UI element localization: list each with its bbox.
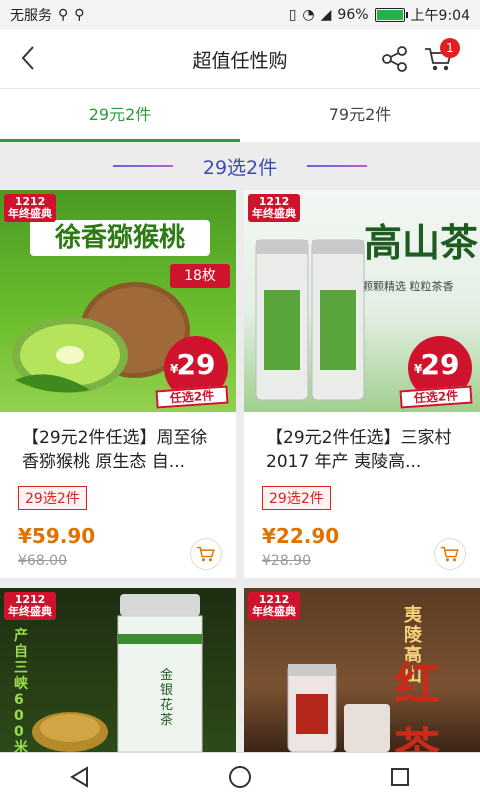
product-image: 徐香猕猴桃 18枚 1212 年终盛典 ¥29 任选2件	[0, 190, 236, 412]
product-card[interactable]: 徐香猕猴桃 18枚 1212 年终盛典 ¥29 任选2件 【29元2件任选】周至徐…	[0, 190, 236, 578]
add-to-cart-button[interactable]	[434, 538, 466, 570]
image-title: 金银花茶	[160, 668, 174, 728]
section-header: 29选2件	[0, 142, 480, 190]
product-name[interactable]: 【29元2件任选】周至徐香猕猴桃 原生态 自...	[0, 412, 236, 476]
event-tag: 1212 年终盛典	[4, 194, 56, 222]
badge-currency: ¥	[414, 362, 423, 376]
cart-button[interactable]: 1	[418, 38, 460, 78]
image-title: 徐香猕猴桃	[30, 220, 210, 256]
price-badge: ¥29 任选2件	[398, 336, 473, 409]
battery-icon	[374, 8, 408, 22]
triangle-back-icon	[70, 765, 88, 788]
tab-29-yuan[interactable]: 29元2件	[0, 89, 240, 142]
event-tag: 1212 年终盛典	[4, 592, 56, 620]
tab-bar: 29元2件 79元2件	[0, 88, 480, 142]
tab-79-yuan[interactable]: 79元2件	[240, 89, 480, 142]
original-price: ¥28.90	[262, 553, 311, 569]
usb-icon-2: ⚲	[74, 7, 85, 23]
promo-chip: 29选2件	[18, 486, 87, 510]
image-title: 红茶	[394, 657, 440, 752]
cart-icon	[441, 546, 459, 562]
carrier-label: 无服务	[10, 8, 52, 24]
promo-chip: 29选2件	[262, 486, 331, 510]
cart-count-badge: 1	[440, 38, 460, 58]
vibrate-icon: ▯	[288, 7, 297, 23]
original-price: ¥68.00	[18, 553, 67, 569]
image-title: 高山茶	[364, 220, 479, 265]
nav-home-button[interactable]	[210, 757, 270, 797]
wifi-icon: ◔	[302, 7, 315, 23]
product-price: ¥22.90	[262, 524, 340, 548]
divider-line	[307, 165, 368, 167]
badge-ribbon: 任选2件	[155, 385, 229, 409]
event-tag: 1212 年终盛典	[248, 592, 300, 620]
image-subtitle: 颗颗精选 粒粒茶香	[362, 280, 454, 293]
product-name[interactable]: 【29元2件任选】三家村 2017 年产 夷陵高...	[244, 412, 480, 476]
product-image: 夷陵高山 红茶 1212 年终盛典	[244, 588, 480, 752]
badge-price: 29	[176, 348, 216, 381]
product-image: 产自三峡600米半高山 金银花茶 1212年终盛典	[0, 588, 236, 752]
add-to-cart-button[interactable]	[190, 538, 222, 570]
product-image: 高山茶 颗颗精选 粒粒茶香 1212 年终盛典 ¥29 任选2件	[244, 190, 480, 412]
tea-leaves-illustration	[32, 712, 108, 752]
event-tag: 1212 年终盛典	[248, 194, 300, 222]
divider-line	[112, 165, 173, 167]
product-card[interactable]: 夷陵高山 红茶 1212 年终盛典	[244, 588, 480, 752]
tea-can-illustration	[255, 239, 365, 401]
system-nav-bar	[0, 752, 480, 800]
clock: 上午9:04	[410, 8, 470, 24]
usb-icon: ⚲	[58, 7, 69, 23]
tea-can-illustration	[287, 664, 390, 752]
back-button[interactable]	[8, 38, 48, 78]
share-icon	[382, 46, 407, 72]
product-card[interactable]: 产自三峡600米半高山 金银花茶 1212年终盛典	[0, 588, 236, 752]
share-button[interactable]	[376, 40, 414, 78]
chevron-left-icon	[21, 46, 34, 70]
product-price: ¥59.90	[18, 524, 96, 548]
badge-ribbon: 任选2件	[399, 385, 473, 409]
cart-icon	[197, 546, 215, 562]
status-bar: 无服务 ⚲ ⚲ ▯ ◔ ◢ 96% 上午9:04	[0, 0, 480, 30]
price-badge: ¥29 任选2件	[154, 336, 229, 409]
signal-icon: ◢	[320, 7, 332, 23]
circle-home-icon	[229, 765, 251, 788]
square-recents-icon	[391, 767, 409, 786]
top-navbar: 超值任性购 1	[0, 30, 480, 88]
badge-price: 29	[420, 348, 460, 381]
nav-back-button[interactable]	[50, 757, 110, 797]
nav-recents-button[interactable]	[370, 757, 430, 797]
section-title: 29选2件	[202, 156, 278, 179]
badge-currency: ¥	[170, 362, 179, 376]
battery-percent: 96%	[337, 7, 369, 23]
product-card[interactable]: 高山茶 颗颗精选 粒粒茶香 1212 年终盛典 ¥29 任选2件 【29元2件任选…	[244, 190, 480, 578]
